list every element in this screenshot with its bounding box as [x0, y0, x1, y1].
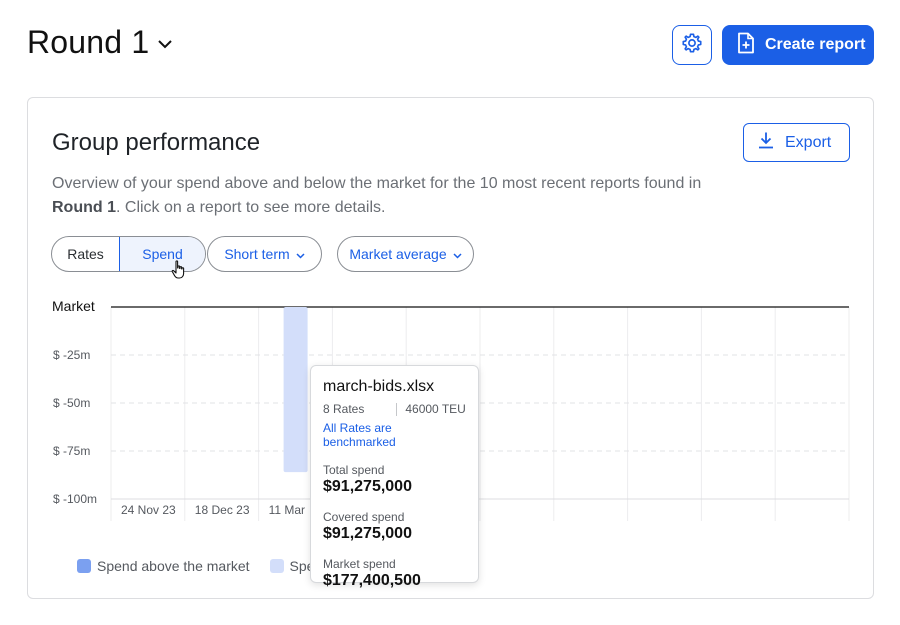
round-selector[interactable]: Round 1: [27, 24, 173, 61]
card-title: Group performance: [52, 129, 261, 156]
gear-icon: [681, 32, 703, 59]
chevron-down-icon: [296, 246, 305, 262]
bar: [283, 307, 308, 473]
x-tick-label: 24 Nov 23: [121, 503, 176, 517]
hand-pointer-icon: [171, 260, 187, 285]
toggle-rates[interactable]: Rates: [52, 237, 119, 271]
create-report-label: Create report: [765, 36, 866, 53]
chevron-down-icon: [157, 36, 173, 54]
legend-swatch: [77, 559, 91, 573]
y-tick-label: $ -50m: [53, 396, 90, 410]
benchmark-label: Market average: [349, 246, 447, 262]
y-tick-label: Market: [52, 298, 95, 314]
benchmark-dropdown[interactable]: Market average: [337, 236, 474, 272]
settings-button[interactable]: [672, 25, 712, 65]
create-report-button[interactable]: Create report: [722, 25, 874, 65]
description-round: Round 1: [52, 199, 116, 216]
tooltip-teu: 46000 TEU: [405, 402, 466, 416]
covered-spend-label: Covered spend: [323, 510, 405, 524]
tooltip-rates: 8 Rates: [323, 402, 365, 416]
divider: [396, 402, 398, 416]
toggle-spend[interactable]: Spend: [119, 237, 205, 271]
legend-swatch: [269, 559, 284, 573]
export-button[interactable]: Export: [743, 123, 850, 162]
legend-item[interactable]: Spend above the market: [77, 558, 250, 574]
x-tick-label: 18 Dec 23: [195, 503, 250, 517]
legend-label: Spend above the market: [97, 558, 250, 574]
download-icon: [757, 131, 775, 154]
y-tick-label: $ -25m: [53, 348, 90, 362]
y-tick-label: $ -100m: [53, 492, 97, 506]
page-title: Round 1: [27, 24, 150, 60]
total-spend-label: Total spend: [323, 463, 385, 477]
card-description: Overview of your spend above and below t…: [52, 175, 702, 216]
term-dropdown[interactable]: Short term: [207, 236, 322, 272]
chevron-down-icon: [453, 246, 462, 262]
report-tooltip: march-bids.xlsx 8 Rates 46000 TEU All Ra…: [310, 365, 479, 589]
market-spend-label: Market spend: [323, 557, 396, 571]
x-tick-label: 11 Mar: [269, 503, 305, 517]
market-spend-value: $177,400,500: [323, 572, 421, 589]
legend-item[interactable]: Spe: [269, 558, 314, 574]
total-spend-value: $91,275,000: [323, 478, 412, 495]
export-label: Export: [785, 133, 832, 151]
chart-legend: Spend above the market Spe: [77, 558, 334, 574]
tooltip-file-name: march-bids.xlsx: [323, 378, 435, 395]
term-label: Short term: [224, 246, 290, 262]
page-header: Round 1 Create report: [0, 0, 900, 90]
file-plus-icon: [736, 32, 756, 59]
tooltip-meta: 8 Rates 46000 TEU: [323, 402, 466, 416]
y-tick-label: $ -75m: [53, 444, 90, 458]
tooltip-benchmark-status: All Rates are benchmarked: [323, 421, 396, 449]
covered-spend-value: $91,275,000: [323, 525, 412, 542]
